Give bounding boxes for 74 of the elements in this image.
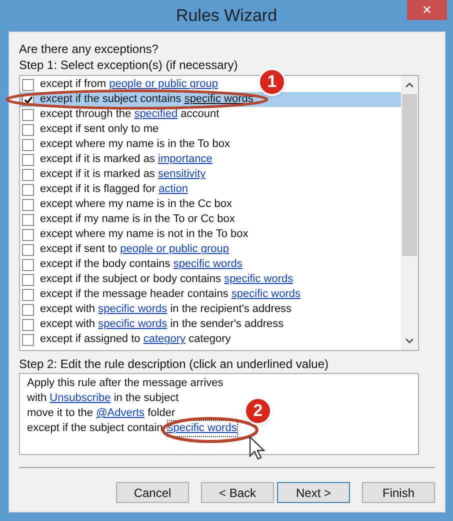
checkbox[interactable] xyxy=(22,274,34,286)
checkbox[interactable] xyxy=(22,108,34,120)
rule-text: move it to the xyxy=(27,406,94,421)
link[interactable]: category xyxy=(143,331,186,348)
rule-text: Apply this rule after the message arrives xyxy=(27,376,224,391)
link[interactable]: sensitivity xyxy=(158,166,206,183)
rule-text: in the subject xyxy=(112,391,179,406)
scroll-thumb[interactable] xyxy=(402,94,417,256)
rule-text: except if it is flagged for xyxy=(40,182,157,198)
scroll-up-icon[interactable] xyxy=(405,82,414,88)
link[interactable]: specified xyxy=(134,106,178,123)
step-heading: Step 2: Edit the rule description (click an underlined value) xyxy=(18,356,330,372)
checkbox[interactable] xyxy=(22,78,34,90)
question-text: Are there any exceptions? xyxy=(19,41,160,57)
close-button[interactable]: ✕ xyxy=(407,0,447,20)
rule-text: except where my name is not in the To box xyxy=(40,227,248,242)
link[interactable]: specific words xyxy=(98,316,168,333)
rule-text: except if the subject contains xyxy=(40,92,182,108)
link[interactable]: people or public group xyxy=(109,76,218,93)
checkbox[interactable] xyxy=(22,304,34,316)
checkbox[interactable] xyxy=(22,154,34,166)
rule-text: except with xyxy=(40,317,96,332)
rule-text: except if my name is in the To or Cc box xyxy=(40,212,235,228)
rule-text: except if it is marked as xyxy=(40,152,156,168)
dialog-button[interactable]: < Back xyxy=(201,482,274,503)
checkbox[interactable] xyxy=(22,214,34,226)
checkbox[interactable] xyxy=(22,258,34,270)
checkbox[interactable] xyxy=(22,168,34,180)
rule-text: except if sent to xyxy=(40,242,118,258)
link[interactable]: action xyxy=(158,181,188,198)
link[interactable]: people or public group xyxy=(120,241,229,258)
rule-text: account xyxy=(180,107,220,122)
checkbox[interactable] xyxy=(22,334,34,346)
rule-text: except if the subject or body contains xyxy=(40,272,222,288)
link[interactable]: specific words xyxy=(231,286,300,303)
rule-text: with xyxy=(27,391,48,406)
checkbox[interactable] xyxy=(22,318,34,330)
rule-text: except where my name is in the To box xyxy=(40,137,230,152)
window-title: Rules Wizard xyxy=(176,4,278,27)
checkbox[interactable] xyxy=(22,288,34,300)
rule-text: except if from xyxy=(40,77,108,92)
rule-text: except if the subject contain xyxy=(27,421,163,436)
rule-text: except with xyxy=(40,302,96,318)
checkbox[interactable] xyxy=(22,138,34,150)
rule-text: except where my name is in the Cc box xyxy=(40,197,232,212)
rule-text: except if assigned to xyxy=(40,332,142,348)
checkbox[interactable] xyxy=(22,244,34,256)
rule-text: category xyxy=(188,332,231,348)
rule-text: except through the xyxy=(40,107,132,122)
link[interactable]: specific words xyxy=(224,271,294,288)
step-heading: Step 1: Select exception(s) (if necessary) xyxy=(19,57,239,73)
rule-text: folder xyxy=(146,406,176,421)
rule-text: in the recipient's address xyxy=(169,302,292,318)
checkmark-icon xyxy=(24,96,32,104)
checkbox[interactable] xyxy=(22,198,34,210)
rule-text: except if sent only to me xyxy=(40,122,159,138)
link[interactable]: specific words xyxy=(184,91,254,108)
link[interactable]: specific words xyxy=(98,301,168,318)
dialog-button[interactable]: Cancel xyxy=(116,482,189,503)
link[interactable]: Unsubscribe xyxy=(50,391,111,406)
link[interactable]: specific words xyxy=(173,256,242,273)
link[interactable]: @Adverts xyxy=(96,406,145,421)
scrollbar[interactable] xyxy=(401,76,418,350)
dialog-button[interactable]: Finish xyxy=(362,482,435,503)
link[interactable]: importance xyxy=(158,151,212,168)
checkbox[interactable] xyxy=(22,184,34,196)
scroll-down-icon[interactable] xyxy=(405,338,414,344)
rule-text: except if the message header contains xyxy=(40,287,230,302)
checkbox[interactable] xyxy=(22,124,34,136)
rule-text: except if the body contains xyxy=(40,257,172,272)
rule-text: in the sender's address xyxy=(169,317,284,332)
checkbox[interactable] xyxy=(22,228,34,240)
rule-text: except if it is marked as xyxy=(40,167,156,182)
dialog-button[interactable]: Next > xyxy=(277,482,350,503)
